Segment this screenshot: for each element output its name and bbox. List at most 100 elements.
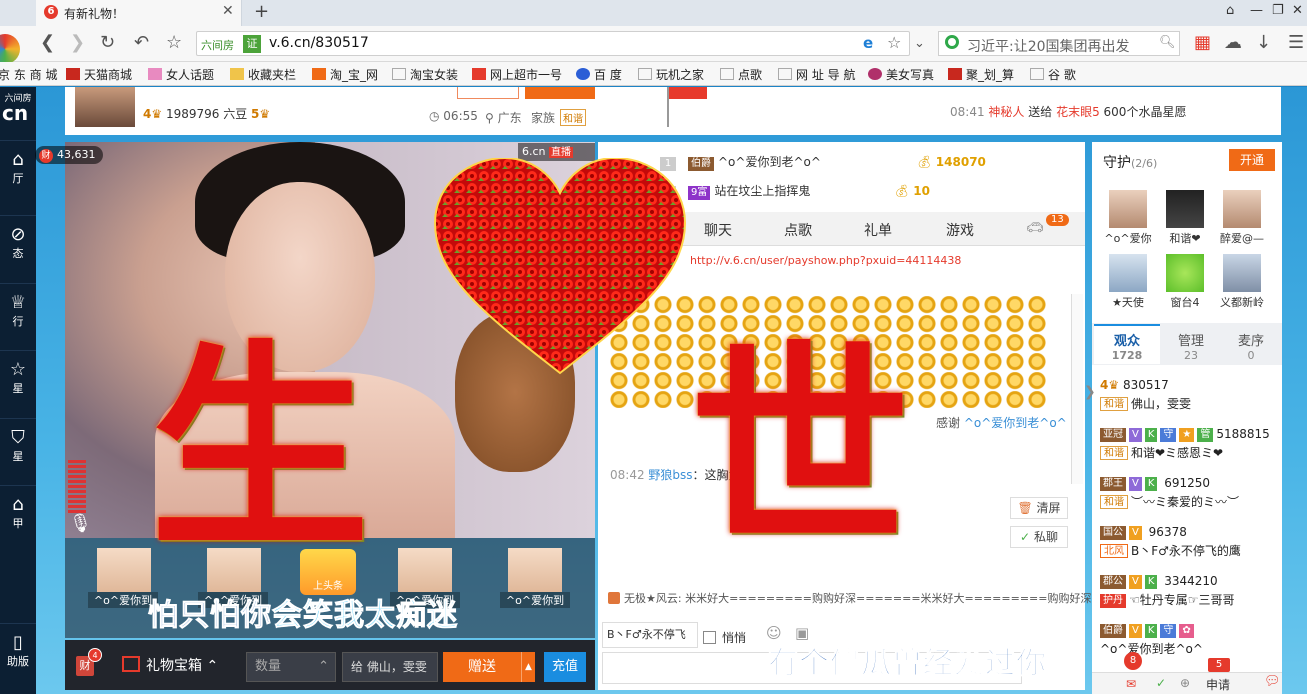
search-input[interactable]: 习近平:让20国集团再出发 🔍︎	[938, 31, 1180, 56]
chat-scrollbar[interactable]	[1071, 294, 1083, 484]
nav-star[interactable]: ☆ 星	[0, 350, 36, 412]
subscribe-button[interactable]	[525, 87, 595, 99]
nav-armor[interactable]: ⌂ 甲	[0, 485, 36, 547]
giftbox-button[interactable]: 礼物宝箱 ⌃	[122, 655, 218, 675]
check-icon[interactable]: ✓	[1156, 676, 1166, 690]
microphone-icon[interactable]: 🎙︎	[69, 513, 92, 534]
bookmark-item[interactable]: 点歌	[720, 66, 762, 83]
bookmark-item[interactable]: 聚_划_算	[948, 66, 1014, 83]
bookmark-item[interactable]: 女人话题	[148, 66, 214, 83]
page-icon	[720, 68, 734, 80]
restore-icon[interactable]: ⌂	[1226, 3, 1234, 18]
cloud-icon[interactable]: ☁	[1224, 32, 1242, 53]
guard-avatar[interactable]	[1166, 254, 1204, 292]
open-guard-button[interactable]: 开通	[1229, 149, 1275, 171]
audience-user[interactable]: 4♛ 830517	[1100, 378, 1169, 392]
bookmark-item[interactable]: 淘宝女装	[392, 66, 458, 83]
guard-avatar[interactable]	[1223, 190, 1261, 228]
guard-avatar[interactable]	[398, 548, 452, 592]
follow-button[interactable]	[457, 87, 519, 99]
car-icon[interactable]: 🚗︎	[1026, 220, 1044, 236]
apply-link[interactable]: 申请	[1206, 676, 1230, 693]
guard-avatar[interactable]	[1166, 190, 1204, 228]
guard-avatar[interactable]	[1223, 254, 1261, 292]
forward-icon[interactable]: ❯	[70, 32, 85, 53]
download-icon[interactable]: ↓	[1256, 32, 1271, 53]
browser-tab[interactable]: 6 有新礼物！ ✕	[36, 0, 242, 26]
audience-user[interactable]: 国公 V 96378	[1100, 525, 1187, 540]
chat-target-select[interactable]: B丶F♂永不停飞	[602, 622, 698, 648]
nav-status[interactable]: ⊘ 态	[0, 215, 36, 277]
chat-bubble-icon[interactable]: 💬︎	[1264, 674, 1281, 689]
bookmark-item[interactable]: 收藏夹栏	[230, 66, 296, 83]
zoom-icon[interactable]: ⊕	[1180, 676, 1190, 690]
bookmark-item[interactable]: 玩机之家	[638, 66, 704, 83]
audience-user[interactable]: 郡公 V K 3344210	[1100, 574, 1218, 589]
url-text[interactable]: v.6.cn/830517	[269, 35, 369, 51]
page-icon	[1030, 68, 1044, 80]
audience-user[interactable]: 亚冠 V K 守 ★ 管 5188815	[1100, 427, 1270, 442]
tab-mic-queue[interactable]: 麦序 0	[1220, 330, 1282, 362]
volume-meter[interactable]	[68, 460, 86, 515]
close-tab-icon[interactable]: ✕	[222, 3, 234, 19]
favorite-icon[interactable]: ☆	[166, 32, 182, 53]
mail-icon[interactable]: ✉	[1126, 677, 1136, 691]
nav-help[interactable]: ▯ 助版	[0, 623, 36, 685]
undo-icon[interactable]: ↶	[134, 32, 149, 53]
search-text[interactable]: 习近平:让20国集团再出发	[967, 36, 1130, 56]
search-icon[interactable]: 🔍︎	[1159, 35, 1176, 50]
family-tag[interactable]: 和谐	[560, 109, 586, 126]
apps-icon[interactable]: ▦	[1194, 32, 1211, 53]
nav-star2[interactable]: ⛉ 星	[0, 418, 36, 480]
dropdown-icon[interactable]: ⌄	[914, 36, 925, 51]
pay-link[interactable]: http://v.6.cn/user/payshow.php?pxuid=441…	[690, 254, 961, 267]
wealth-button[interactable]: 财4	[76, 648, 102, 676]
bookmark-item[interactable]: 谷 歌	[1030, 66, 1076, 83]
collapse-icon[interactable]: ❯	[1084, 384, 1096, 400]
guard-avatar[interactable]	[1109, 254, 1147, 292]
recharge-button[interactable]: 充值	[544, 652, 586, 682]
private-chat-button[interactable]: ✓ 私聊	[1010, 526, 1068, 548]
reload-icon[interactable]: ↻	[100, 32, 115, 53]
bookmark-star-icon[interactable]: ☆	[887, 33, 901, 52]
bookmark-item[interactable]: 淘_宝_网	[312, 66, 378, 83]
whisper-toggle[interactable]: 悄悄	[703, 629, 746, 646]
bookmark-item[interactable]: 天猫商城	[66, 66, 132, 83]
new-tab-icon[interactable]: +	[254, 1, 269, 22]
bookmark-item[interactable]: 百 度	[576, 66, 622, 83]
tab-chat[interactable]: 聊天	[704, 220, 732, 240]
tab-games[interactable]: 游戏	[946, 220, 974, 240]
bookmark-item[interactable]: 美女写真	[868, 66, 934, 83]
public-message: 无极★风云: 米米好大=========购购好深=======米米好大=====…	[608, 590, 1091, 606]
maximize-icon[interactable]: ❐	[1272, 3, 1284, 18]
bookmark-item[interactable]: 京 东 商 城	[0, 66, 57, 83]
quantity-input[interactable]: 数量 ⌃	[246, 652, 336, 682]
site-logo-cn[interactable]: cn	[2, 101, 28, 125]
bookmark-item[interactable]: 网上超市一号	[472, 66, 562, 83]
cert-icon[interactable]: 证	[243, 35, 261, 53]
tab-giftlist[interactable]: 礼单	[864, 220, 892, 240]
tab-songs[interactable]: 点歌	[784, 220, 812, 240]
home-flag[interactable]	[669, 87, 707, 99]
minimize-icon[interactable]: —	[1250, 3, 1263, 18]
clear-screen-button[interactable]: 🗑︎ 清屏	[1010, 497, 1068, 519]
address-bar[interactable]: 六间房 证 v.6.cn/830517 e ☆	[196, 31, 910, 56]
tab-managers[interactable]: 管理 23	[1160, 330, 1222, 362]
send-gift-button[interactable]: 赠送 ▲	[443, 652, 535, 682]
ie-mode-icon[interactable]: e	[863, 34, 873, 52]
anchor-avatar[interactable]	[75, 87, 135, 127]
gift-recipient[interactable]: 给 佛山，雯雯	[342, 652, 438, 682]
guard-avatar[interactable]	[97, 548, 151, 592]
nav-rank[interactable]: ♕ 行	[0, 283, 36, 345]
back-icon[interactable]: ❮	[40, 32, 55, 53]
close-window-icon[interactable]: ✕	[1292, 3, 1303, 18]
search-engine-icon	[945, 35, 959, 49]
audience-user[interactable]: 伯爵 V K 守 ✿	[1100, 623, 1197, 638]
guard-avatar[interactable]	[508, 548, 562, 592]
guard-avatar[interactable]	[1109, 190, 1147, 228]
menu-icon[interactable]: ☰	[1288, 32, 1304, 53]
tab-audience[interactable]: 观众 1728	[1096, 330, 1158, 362]
bookmark-item[interactable]: 网 址 导 航	[778, 66, 855, 83]
audience-user[interactable]: 郡王 V K 691250	[1100, 476, 1210, 491]
nav-hall[interactable]: ⌂ 厅	[0, 140, 36, 202]
